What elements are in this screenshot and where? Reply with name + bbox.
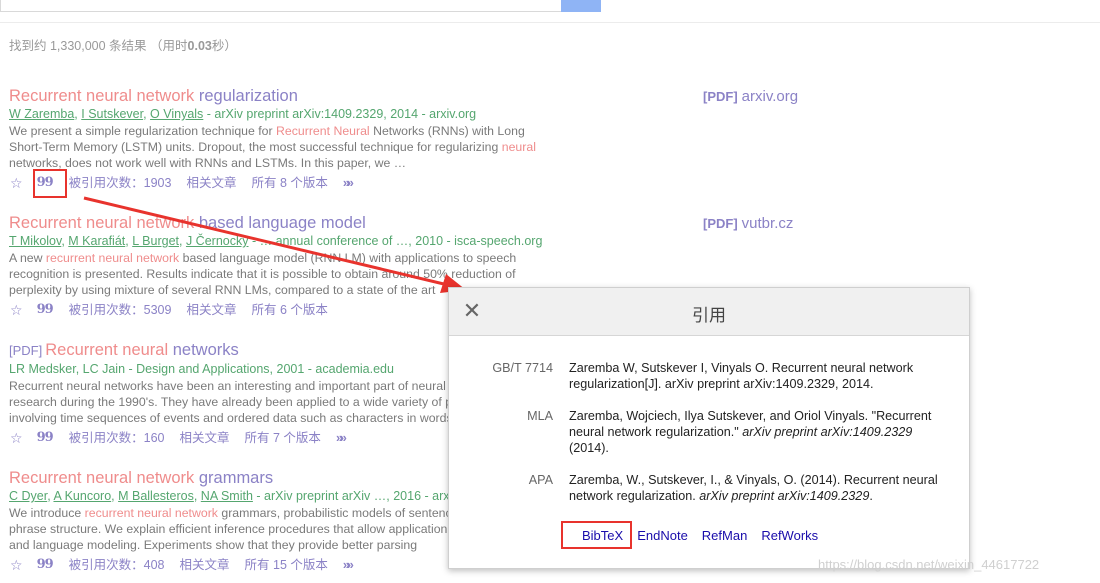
star-icon[interactable]: ☆ bbox=[10, 301, 23, 319]
cited-by-link[interactable]: 被引用次数：5309 bbox=[69, 301, 172, 319]
result-stats: 找到约 1,330,000 条结果 （用时0.03秒） bbox=[9, 39, 237, 53]
search-button[interactable] bbox=[561, 0, 601, 12]
side-pdf-link[interactable]: [PDF] arxiv.org bbox=[703, 88, 798, 105]
header-divider bbox=[0, 22, 1100, 23]
double-chevron-icon[interactable]: »» bbox=[343, 174, 354, 192]
author-link[interactable]: M Ballesteros bbox=[118, 489, 194, 503]
result-title-link[interactable]: Recurrent neural network regularization bbox=[9, 86, 699, 106]
result-authors: T Mikolov, M Karafiát, L Burget, J Černo… bbox=[9, 234, 543, 248]
citation-label: MLA bbox=[527, 409, 553, 423]
author-link[interactable]: M Karafiát bbox=[68, 234, 125, 248]
citation-text[interactable]: Zaremba, W., Sutskever, I., & Vinyals, O… bbox=[569, 472, 939, 504]
related-articles-link[interactable]: 相关文章 bbox=[180, 429, 230, 447]
cited-by-link[interactable]: 被引用次数：408 bbox=[69, 556, 165, 574]
star-icon[interactable]: ☆ bbox=[10, 174, 23, 192]
cite-dialog: ✕ 引用 GB/T 7714 Zaremba W, Sutskever I, V… bbox=[448, 287, 970, 569]
result-actions: ☆ 99 被引用次数：1903 相关文章 所有 8 个版本 »» bbox=[9, 174, 699, 192]
dialog-title: 引用 bbox=[692, 306, 726, 325]
quote-icon[interactable]: 99 bbox=[37, 429, 54, 447]
result-authors: W Zaremba, I Sutskever, O Vinyals - arXi… bbox=[9, 107, 477, 121]
search-input[interactable] bbox=[0, 0, 562, 12]
all-versions-link[interactable]: 所有 15 个版本 bbox=[245, 556, 328, 574]
watermark: https://blog.csdn.net/weixin_44617722 bbox=[818, 557, 1040, 572]
author-link[interactable]: A Kuncoro bbox=[53, 489, 111, 503]
annotation-highlight-box bbox=[561, 521, 632, 549]
citation-label: APA bbox=[528, 473, 553, 487]
author-link[interactable]: I Sutskever bbox=[81, 107, 143, 121]
star-icon[interactable]: ☆ bbox=[10, 556, 23, 574]
author-link[interactable]: J Černocký bbox=[186, 234, 249, 248]
refman-link[interactable]: RefMan bbox=[702, 528, 748, 543]
endnote-link[interactable]: EndNote bbox=[637, 528, 688, 543]
author-link[interactable]: W Zaremba bbox=[9, 107, 74, 121]
double-chevron-icon[interactable]: »» bbox=[336, 429, 347, 447]
quote-icon[interactable]: 99 bbox=[37, 556, 54, 574]
author-link[interactable]: L Burget bbox=[132, 234, 179, 248]
author-link[interactable]: O Vinyals bbox=[150, 107, 203, 121]
cited-by-link[interactable]: 被引用次数：1903 bbox=[69, 174, 172, 192]
refworks-link[interactable]: RefWorks bbox=[761, 528, 818, 543]
cited-by-link[interactable]: 被引用次数：160 bbox=[69, 429, 165, 447]
author-link[interactable]: C Dyer bbox=[9, 489, 47, 503]
all-versions-link[interactable]: 所有 8 个版本 bbox=[251, 174, 327, 192]
related-articles-link[interactable]: 相关文章 bbox=[186, 174, 236, 192]
double-chevron-icon[interactable]: »» bbox=[343, 556, 354, 574]
result-snippet: We present a simple regularization techn… bbox=[9, 124, 536, 170]
side-pdf-link[interactable]: [PDF] vutbr.cz bbox=[703, 215, 793, 232]
author-link[interactable]: NA Smith bbox=[201, 489, 253, 503]
related-articles-link[interactable]: 相关文章 bbox=[180, 556, 230, 574]
result-title-link[interactable]: Recurrent neural network based language … bbox=[9, 213, 699, 233]
star-icon[interactable]: ☆ bbox=[10, 429, 23, 447]
citation-text[interactable]: Zaremba W, Sutskever I, Vinyals O. Recur… bbox=[569, 360, 939, 392]
citation-label: GB/T 7714 bbox=[492, 361, 553, 375]
related-articles-link[interactable]: 相关文章 bbox=[186, 301, 236, 319]
result-item: Recurrent neural network regularization … bbox=[9, 86, 699, 192]
author-link[interactable]: T Mikolov bbox=[9, 234, 61, 248]
citation-text[interactable]: Zaremba, Wojciech, Ilya Sutskever, and O… bbox=[569, 408, 939, 456]
quote-icon[interactable]: 99 bbox=[37, 301, 54, 319]
annotation-highlight-box bbox=[33, 169, 67, 198]
dialog-header: ✕ 引用 bbox=[449, 288, 969, 336]
all-versions-link[interactable]: 所有 6 个版本 bbox=[251, 301, 327, 319]
all-versions-link[interactable]: 所有 7 个版本 bbox=[245, 429, 321, 447]
